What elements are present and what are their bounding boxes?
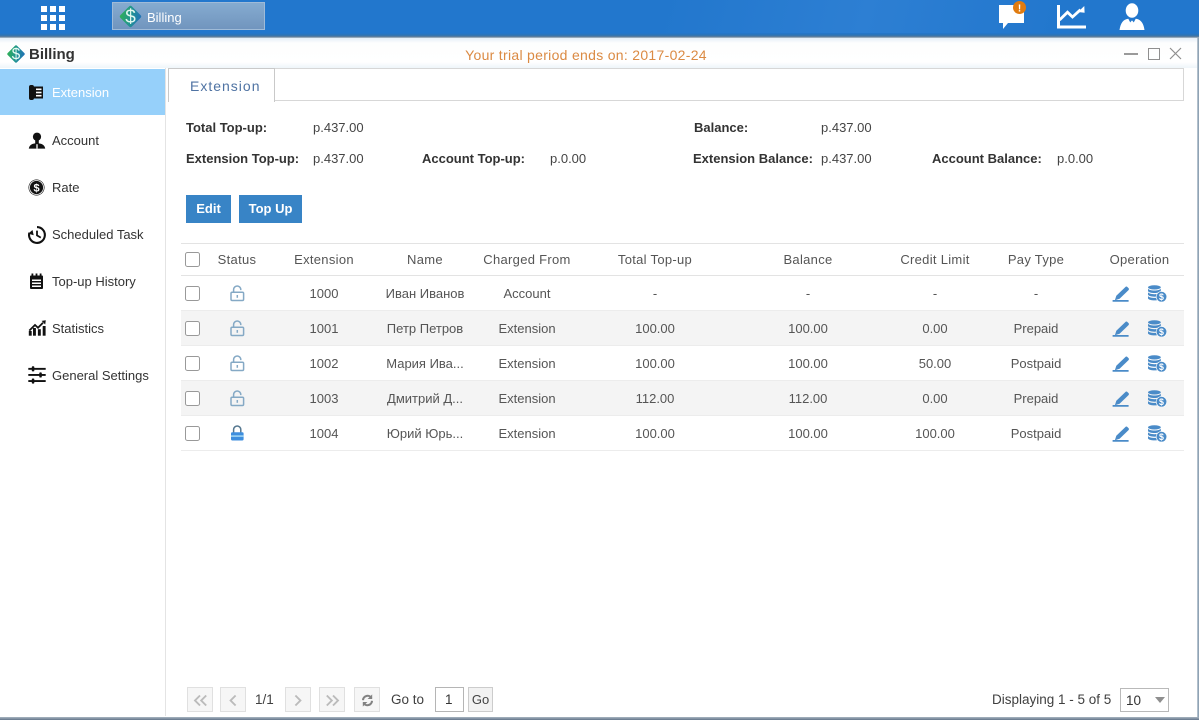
svg-text:$: $ (1159, 432, 1164, 442)
svg-text:$: $ (125, 7, 136, 28)
svg-text:$: $ (1159, 362, 1164, 372)
svg-text:$: $ (33, 182, 39, 194)
svg-text:$: $ (1159, 292, 1164, 302)
svg-text:$: $ (1159, 397, 1164, 407)
svg-text:$: $ (1159, 327, 1164, 337)
svg-text:!: ! (1018, 4, 1021, 15)
